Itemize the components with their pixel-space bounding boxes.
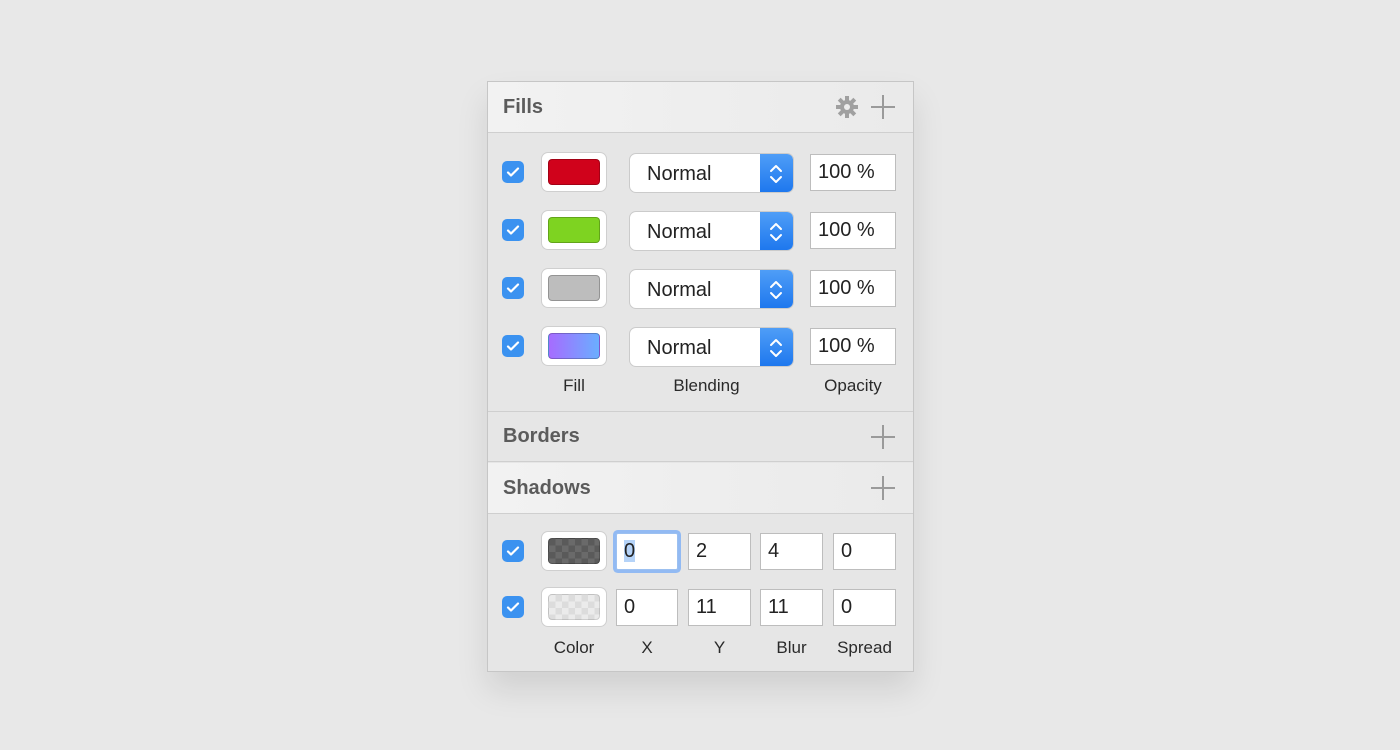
blur-column-label: Blur bbox=[776, 638, 807, 657]
stepper-icon bbox=[760, 154, 793, 192]
borders-title: Borders bbox=[503, 425, 580, 447]
blending-select[interactable]: Normal bbox=[629, 327, 794, 367]
color-column-label: Color bbox=[553, 638, 595, 657]
shadow-row: 0 11 11 0 bbox=[488, 587, 913, 629]
shadows-title: Shadows bbox=[503, 476, 591, 499]
fill-checkbox[interactable] bbox=[502, 335, 524, 357]
shadows-header: Shadows bbox=[488, 463, 913, 514]
opacity-field[interactable]: 100 % bbox=[810, 270, 896, 307]
blending-value: Normal bbox=[647, 337, 712, 359]
shadow-spread-field[interactable]: 0 bbox=[833, 589, 896, 626]
fill-row: Normal 100 % bbox=[488, 210, 913, 252]
shadow-color-well[interactable] bbox=[541, 531, 607, 571]
fill-color-well[interactable] bbox=[541, 326, 607, 366]
shadow-x-field[interactable]: 0 bbox=[616, 589, 678, 626]
shadow-x-value: 0 bbox=[624, 540, 636, 562]
fill-gradient-swatch bbox=[548, 333, 600, 359]
shadow-color-well[interactable] bbox=[541, 587, 607, 627]
shadow-color-swatch bbox=[548, 538, 600, 564]
x-column-label: X bbox=[641, 638, 653, 657]
shadow-blur-field[interactable]: 11 bbox=[760, 589, 823, 626]
fill-row: Normal 100 % bbox=[488, 268, 913, 310]
shadow-color-swatch bbox=[548, 594, 600, 620]
fills-title: Fills bbox=[503, 95, 544, 118]
shadow-blur-field[interactable]: 4 bbox=[760, 533, 823, 570]
shadow-x-field[interactable]: 0 bbox=[616, 533, 678, 570]
checkmark-icon bbox=[506, 602, 520, 612]
checkmark-icon bbox=[506, 546, 520, 556]
fill-color-swatch bbox=[548, 275, 600, 301]
fill-row: Normal 100 % bbox=[488, 326, 913, 368]
fill-color-well[interactable] bbox=[541, 210, 607, 250]
shadow-checkbox[interactable] bbox=[502, 596, 524, 618]
fill-color-well[interactable] bbox=[541, 268, 607, 308]
add-fill-button[interactable] bbox=[871, 95, 895, 119]
opacity-column-label: Opacity bbox=[824, 376, 882, 395]
shadow-row: 0 2 4 0 bbox=[488, 531, 913, 573]
blending-select[interactable]: Normal bbox=[629, 211, 794, 251]
fill-color-well[interactable] bbox=[541, 152, 607, 192]
fill-checkbox[interactable] bbox=[502, 219, 524, 241]
shadow-checkbox[interactable] bbox=[502, 540, 524, 562]
add-border-button[interactable] bbox=[871, 424, 895, 449]
shadow-y-field[interactable]: 2 bbox=[688, 533, 751, 570]
checkmark-icon bbox=[506, 167, 520, 177]
stepper-icon bbox=[760, 212, 793, 250]
blending-select[interactable]: Normal bbox=[629, 153, 794, 193]
inspector-panel: Fills Normal 100 % Normal 100 % Normal 1… bbox=[487, 81, 914, 672]
checkmark-icon bbox=[506, 341, 520, 351]
opacity-field[interactable]: 100 % bbox=[810, 212, 896, 249]
y-column-label: Y bbox=[713, 638, 726, 657]
fill-checkbox[interactable] bbox=[502, 277, 524, 299]
shadow-spread-field[interactable]: 0 bbox=[833, 533, 896, 570]
fill-color-swatch bbox=[548, 217, 600, 243]
blending-value: Normal bbox=[647, 279, 712, 301]
fill-column-label: Fill bbox=[563, 376, 585, 395]
blending-select[interactable]: Normal bbox=[629, 269, 794, 309]
fill-row: Normal 100 % bbox=[488, 152, 913, 194]
shadow-y-field[interactable]: 11 bbox=[688, 589, 751, 626]
fill-color-swatch bbox=[548, 159, 600, 185]
checkmark-icon bbox=[506, 283, 520, 293]
fills-header: Fills bbox=[488, 82, 913, 133]
gear-icon[interactable] bbox=[835, 95, 859, 119]
blending-column-label: Blending bbox=[673, 376, 740, 395]
stepper-icon bbox=[760, 270, 793, 308]
blending-value: Normal bbox=[647, 163, 712, 185]
fill-checkbox[interactable] bbox=[502, 161, 524, 183]
borders-header: Borders bbox=[488, 411, 913, 462]
blending-value: Normal bbox=[647, 221, 712, 243]
checkmark-icon bbox=[506, 225, 520, 235]
opacity-field[interactable]: 100 % bbox=[810, 154, 896, 191]
stepper-icon bbox=[760, 328, 793, 366]
add-shadow-button[interactable] bbox=[871, 476, 895, 500]
opacity-field[interactable]: 100 % bbox=[810, 328, 896, 365]
spread-column-label: Spread bbox=[837, 638, 892, 657]
